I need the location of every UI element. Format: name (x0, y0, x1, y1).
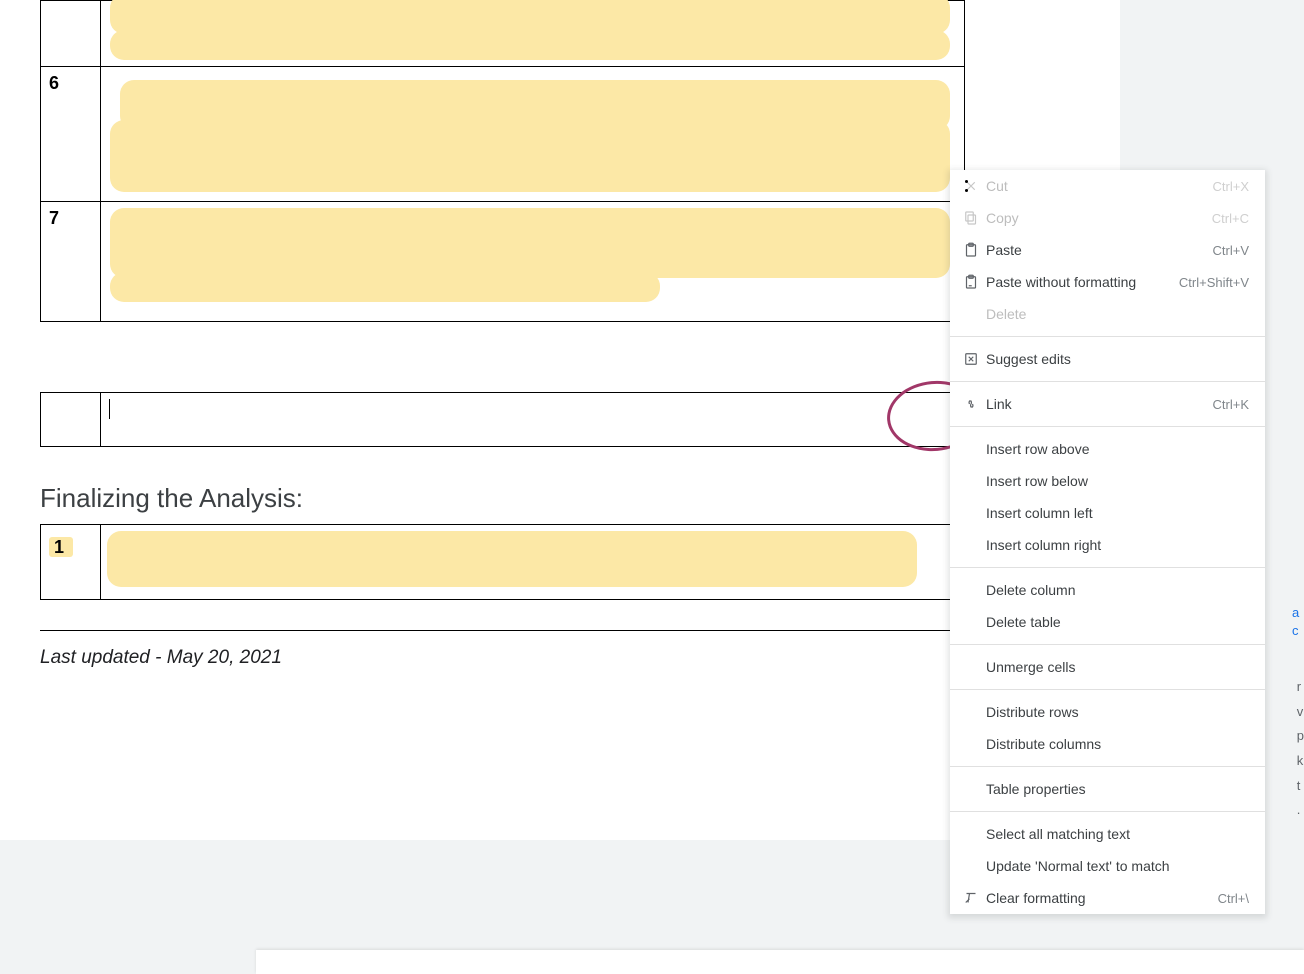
menu-insert-column-left[interactable]: Insert column left (950, 497, 1265, 529)
menu-divider (950, 567, 1265, 568)
menu-insert-row-above[interactable]: Insert row above (950, 433, 1265, 465)
menu-update-normal-text[interactable]: Update 'Normal text' to match (950, 850, 1265, 882)
table-row-number: 1 (41, 525, 101, 600)
menu-delete: Delete (950, 298, 1265, 330)
menu-divider (950, 381, 1265, 382)
context-menu: Cut Ctrl+X Copy Ctrl+C Paste Ctrl+V Past… (950, 170, 1265, 914)
menu-table-properties[interactable]: Table properties (950, 773, 1265, 805)
clipboard-icon (962, 241, 986, 259)
copy-icon (962, 209, 986, 227)
table-row-number: 7 (41, 202, 101, 322)
text-cursor (109, 399, 110, 419)
obscured-link-text: ac (1292, 604, 1304, 640)
section-heading: Finalizing the Analysis: (40, 483, 1080, 514)
menu-divider (950, 644, 1265, 645)
menu-delete-table[interactable]: Delete table (950, 606, 1265, 638)
table-row-number (41, 393, 101, 447)
menu-suggest-edits[interactable]: Suggest edits (950, 343, 1265, 375)
menu-unmerge-cells[interactable]: Unmerge cells (950, 651, 1265, 683)
menu-distribute-rows[interactable]: Distribute rows (950, 696, 1265, 728)
table-cell[interactable] (101, 525, 965, 600)
menu-divider (950, 426, 1265, 427)
empty-table (40, 392, 965, 447)
menu-insert-column-right[interactable]: Insert column right (950, 529, 1265, 561)
final-table: 1 (40, 524, 965, 600)
clipboard-plain-icon (962, 273, 986, 291)
table-cell-editing[interactable] (101, 393, 965, 447)
menu-select-matching-text[interactable]: Select all matching text (950, 818, 1265, 850)
menu-link[interactable]: Link Ctrl+K (950, 388, 1265, 420)
menu-divider (950, 336, 1265, 337)
page-bottom-strip (256, 950, 1304, 974)
obscured-side-text: rvpkt. (1297, 675, 1304, 823)
menu-copy: Copy Ctrl+C (950, 202, 1265, 234)
menu-clear-formatting[interactable]: Clear formatting Ctrl+\ (950, 882, 1265, 914)
table-row-number: 6 (41, 67, 101, 202)
horizontal-rule (40, 630, 1105, 631)
menu-delete-column[interactable]: Delete column (950, 574, 1265, 606)
menu-divider (950, 766, 1265, 767)
suggest-icon (962, 350, 986, 368)
menu-distribute-columns[interactable]: Distribute columns (950, 728, 1265, 760)
scissors-icon (962, 177, 986, 195)
menu-divider (950, 811, 1265, 812)
menu-insert-row-below[interactable]: Insert row below (950, 465, 1265, 497)
menu-cut: Cut Ctrl+X (950, 170, 1265, 202)
menu-paste-without-formatting[interactable]: Paste without formatting Ctrl+Shift+V (950, 266, 1265, 298)
menu-divider (950, 689, 1265, 690)
menu-paste[interactable]: Paste Ctrl+V (950, 234, 1265, 266)
link-icon (962, 395, 986, 413)
table-row-number (41, 1, 101, 67)
clear-format-icon (962, 889, 986, 907)
last-updated-text: Last updated - May 20, 2021 (40, 647, 1080, 669)
